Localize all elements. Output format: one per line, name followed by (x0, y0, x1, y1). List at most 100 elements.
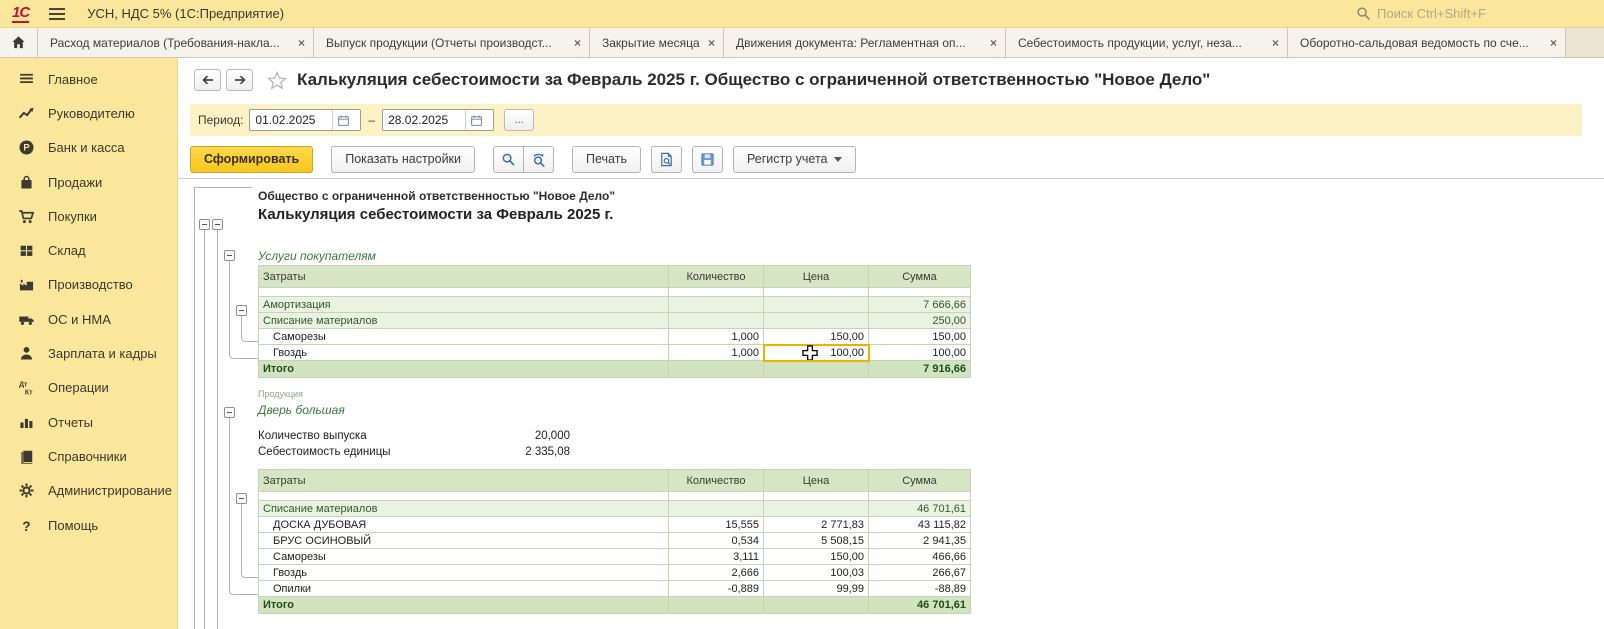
print-button[interactable]: Печать (572, 146, 641, 173)
find-next-button[interactable] (523, 146, 554, 173)
report-cell[interactable]: 43 115,82 (869, 517, 971, 533)
report-cell[interactable] (764, 313, 869, 329)
home-tab-button[interactable] (0, 28, 38, 57)
report-cell[interactable]: 99,99 (764, 581, 869, 597)
report-cell[interactable] (764, 597, 869, 614)
register-dropdown-button[interactable]: Регистр учета (733, 146, 856, 173)
report-cell[interactable]: ДОСКА ДУБОВАЯ (259, 517, 669, 533)
tab-close-icon[interactable]: × (1550, 36, 1557, 50)
report-cell[interactable]: 2 771,83 (764, 517, 869, 533)
sidebar-item-pokupki[interactable]: Покупки (0, 199, 177, 233)
selected-cell[interactable]: 100,00 (764, 345, 869, 361)
save-button[interactable] (692, 146, 723, 173)
report-cell[interactable]: Опилки (259, 581, 669, 597)
collapse-toggle[interactable] (199, 219, 210, 230)
report-cell[interactable]: 46 701,61 (869, 597, 971, 614)
report-cell[interactable]: 7 666,66 (869, 297, 971, 313)
report-cell[interactable] (764, 501, 869, 517)
section-heading-product[interactable]: Дверь большая (258, 403, 345, 417)
collapse-toggle[interactable] (212, 219, 223, 230)
period-from-field[interactable] (249, 109, 361, 131)
collapse-toggle[interactable] (224, 250, 235, 261)
forward-button[interactable] (226, 69, 253, 91)
report-cell[interactable]: Амортизация (259, 297, 669, 313)
show-settings-button[interactable]: Показать настройки (331, 146, 475, 173)
report-cell[interactable]: Гвоздь (259, 345, 669, 361)
period-more-button[interactable]: ... (504, 109, 534, 131)
report-cell[interactable]: 1,000 (669, 329, 764, 345)
report-cell[interactable]: 2,666 (669, 565, 764, 581)
period-to-field[interactable] (382, 109, 494, 131)
tab-zakrytie-mesyaca[interactable]: Закрытие месяца × (590, 28, 724, 57)
tab-close-icon[interactable]: × (708, 36, 715, 50)
print-preview-button[interactable] (651, 146, 682, 173)
back-button[interactable] (194, 69, 221, 91)
calendar-icon[interactable] (465, 110, 487, 130)
collapse-toggle[interactable] (236, 305, 247, 316)
report-cell[interactable]: Гвоздь (259, 565, 669, 581)
collapse-toggle[interactable] (236, 493, 247, 504)
report-cell[interactable]: 150,00 (869, 329, 971, 345)
report-cell[interactable]: -88,89 (869, 581, 971, 597)
tab-dvizheniya-dokumenta[interactable]: Движения документа: Регламентная оп... × (724, 28, 1006, 57)
sidebar-item-zarplata-i-kadry[interactable]: Зарплата и кадры (0, 336, 177, 370)
report-cell[interactable] (669, 597, 764, 614)
report-cell[interactable] (764, 361, 869, 378)
report-cell[interactable]: Саморезы (259, 549, 669, 565)
report-cell[interactable]: 250,00 (869, 313, 971, 329)
collapse-toggle[interactable] (224, 407, 235, 418)
report-cell[interactable]: 15,555 (669, 517, 764, 533)
report-cell[interactable]: 150,00 (764, 329, 869, 345)
tab-close-icon[interactable]: × (574, 36, 581, 50)
calendar-icon[interactable] (332, 110, 354, 130)
tab-raskhod-materialov[interactable]: Расход материалов (Требования-накла... × (38, 28, 314, 57)
report-cell[interactable] (669, 501, 764, 517)
report-cell[interactable]: 5 508,15 (764, 533, 869, 549)
report-cell[interactable]: 100,00 (869, 345, 971, 361)
period-to-input[interactable] (383, 113, 465, 127)
report-cell[interactable]: БРУС ОСИНОВЫЙ (259, 533, 669, 549)
info-value[interactable]: 20,000 (440, 430, 570, 442)
sidebar-item-rukovoditelyu[interactable]: Руководителю (0, 96, 177, 130)
report-cell[interactable]: 150,00 (764, 549, 869, 565)
report-cell[interactable]: 100,03 (764, 565, 869, 581)
tab-sebestoimost-produkcii[interactable]: Себестоимость продукции, услуг, неза... … (1006, 28, 1288, 57)
report-cell[interactable]: Итого (259, 361, 669, 378)
report-cell[interactable]: 2 941,35 (869, 533, 971, 549)
main-menu-icon[interactable] (49, 8, 65, 20)
report-cell[interactable] (669, 297, 764, 313)
info-value[interactable]: 2 335,08 (440, 446, 570, 458)
tab-close-icon[interactable]: × (298, 36, 305, 50)
report-cell[interactable]: 46 701,61 (869, 501, 971, 517)
sidebar-item-prodazhi[interactable]: Продажи (0, 165, 177, 199)
favorite-star-icon[interactable] (267, 71, 287, 90)
search-input[interactable] (1377, 6, 1577, 21)
report-cell[interactable]: 3,111 (669, 549, 764, 565)
sidebar-item-administrirovanie[interactable]: Администрирование (0, 474, 177, 508)
sidebar-item-sklad[interactable]: Склад (0, 233, 177, 267)
report-cell[interactable]: -0,889 (669, 581, 764, 597)
report-cell[interactable]: Списание материалов (259, 501, 669, 517)
report-cell[interactable] (764, 297, 869, 313)
report-cell[interactable]: Итого (259, 597, 669, 614)
sidebar-item-proizvodstvo[interactable]: Производство (0, 268, 177, 302)
tab-vypusk-produkcii[interactable]: Выпуск продукции (Отчеты производст... × (314, 28, 590, 57)
report-cell[interactable]: 466,66 (869, 549, 971, 565)
report-cell[interactable]: 266,67 (869, 565, 971, 581)
report-cell[interactable]: 0,534 (669, 533, 764, 549)
report-cell[interactable]: 1,000 (669, 345, 764, 361)
report-cell[interactable]: Списание материалов (259, 313, 669, 329)
tab-close-icon[interactable]: × (990, 36, 997, 50)
sidebar-item-pomosch[interactable]: ? Помощь (0, 508, 177, 542)
report-cell[interactable]: 7 916,66 (869, 361, 971, 378)
period-from-input[interactable] (250, 113, 332, 127)
report-cell[interactable] (669, 361, 764, 378)
tab-close-icon[interactable]: × (1272, 36, 1279, 50)
sidebar-item-bank-i-kassa[interactable]: Р Банк и касса (0, 131, 177, 165)
tab-oborotno-saldovaya[interactable]: Оборотно-сальдовая ведомость по сче... × (1288, 28, 1566, 57)
find-button[interactable] (493, 146, 524, 173)
section-heading-services[interactable]: Услуги покупателям (258, 249, 376, 263)
sidebar-item-otchety[interactable]: Отчеты (0, 405, 177, 439)
sidebar-item-glavnoe[interactable]: Главное (0, 62, 177, 96)
sidebar-item-operacii[interactable]: ДтКт Операции (0, 371, 177, 405)
